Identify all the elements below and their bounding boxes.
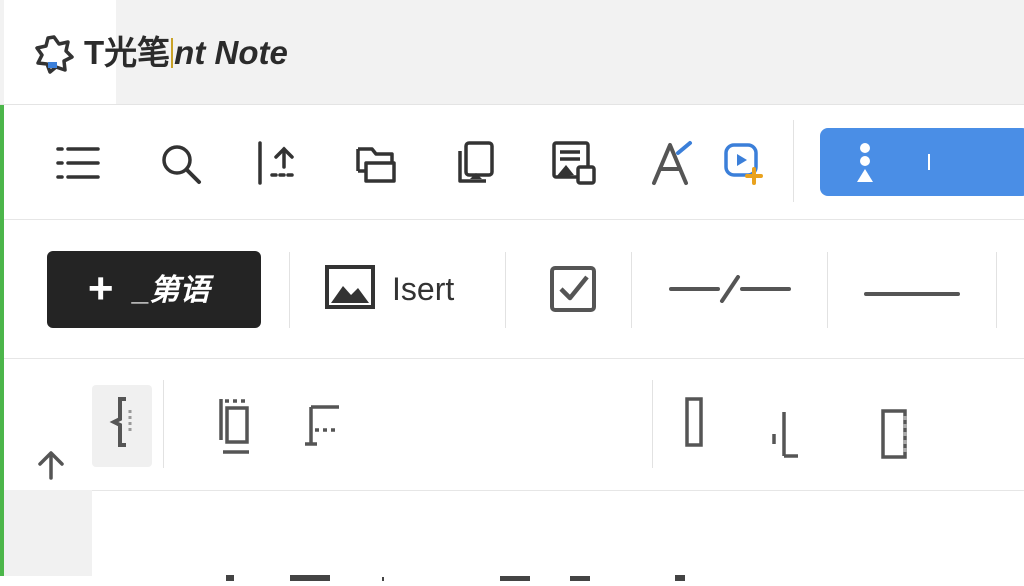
horizontal-rule-icon[interactable]: [864, 284, 960, 296]
tools-separator: [163, 380, 164, 468]
new-item-button[interactable]: + _第语: [47, 251, 261, 328]
column-icon[interactable]: [684, 396, 706, 448]
primary-action-button[interactable]: [820, 128, 1024, 196]
upload-icon[interactable]: [254, 139, 302, 187]
insert-button-label[interactable]: Isert: [392, 270, 454, 308]
app-logo-icon: [34, 34, 74, 74]
button-cursor-mark: [928, 154, 930, 170]
divider-break-icon[interactable]: [668, 275, 792, 303]
sidebar-strip: [4, 490, 92, 576]
menu-icon[interactable]: [54, 139, 102, 187]
plus-icon: +: [87, 264, 113, 313]
speaker-dots-icon: [857, 143, 873, 182]
toolbar-divider: [4, 219, 1024, 220]
app-title: T光笔 nt Note: [84, 33, 288, 73]
new-item-label: _第语: [133, 274, 210, 307]
editbar-divider: [4, 358, 1024, 359]
app-title-prefix: T光笔: [84, 34, 171, 71]
editbar-separator: [996, 252, 997, 328]
toolbar-separator: [793, 120, 794, 202]
align-bottom-icon[interactable]: [770, 410, 800, 460]
copy-icon[interactable]: [452, 139, 500, 187]
editbar-separator: [827, 252, 828, 328]
folder-icon[interactable]: [352, 139, 400, 187]
corner-icon[interactable]: [303, 404, 339, 446]
frame-icon[interactable]: [215, 396, 253, 456]
content-partial-row: [220, 568, 720, 581]
editbar-separator: [505, 252, 506, 328]
panel-icon[interactable]: [880, 408, 910, 460]
text-caret: [171, 38, 174, 68]
image-gallery-icon[interactable]: [550, 139, 598, 187]
checkbox-icon[interactable]: [549, 265, 597, 313]
app-title-suffix: nt Note: [174, 34, 288, 71]
brace-icon[interactable]: [106, 396, 136, 448]
arrow-up-icon[interactable]: [36, 448, 66, 480]
tools-separator: [652, 380, 653, 468]
insert-image-icon[interactable]: [324, 264, 376, 310]
editbar-separator: [631, 252, 632, 328]
content-divider: [4, 490, 1024, 491]
search-icon[interactable]: [157, 139, 205, 187]
editbar-separator: [289, 252, 290, 328]
title-divider: [0, 104, 1024, 105]
text-style-icon[interactable]: [648, 139, 696, 187]
add-media-icon[interactable]: [720, 139, 768, 187]
